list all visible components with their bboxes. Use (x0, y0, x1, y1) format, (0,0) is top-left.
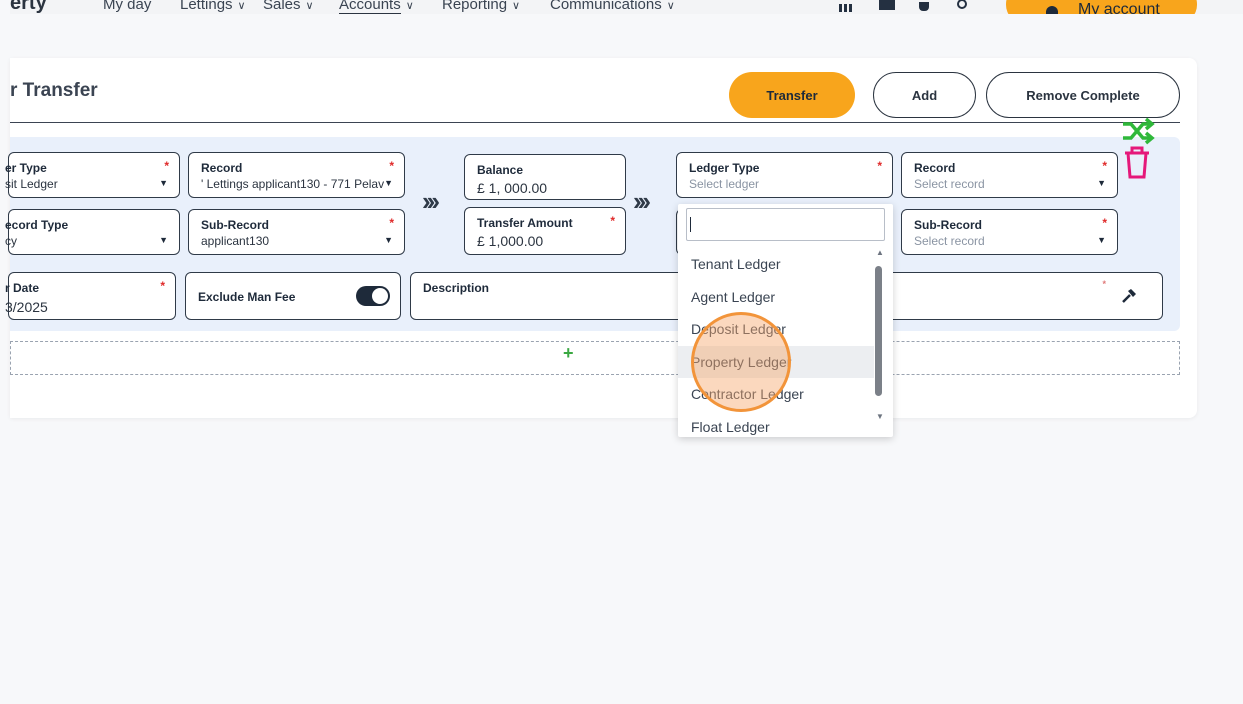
user-icon (1046, 6, 1058, 14)
double-chevron-right-icon: ››› (422, 186, 440, 216)
chevron-down-icon: ∨ (405, 0, 414, 12)
balance-field: Balance £ 1, 000.00 (464, 154, 626, 200)
option-tenant-ledger[interactable]: Tenant Ledger (678, 248, 874, 281)
add-row-button[interactable] (10, 341, 1180, 375)
my-account-button[interactable]: My account (1006, 0, 1197, 14)
option-agent-ledger[interactable]: Agent Ledger (678, 281, 874, 314)
ledger-transfer-card: r Transfer Transfer Add Remove Complete … (5, 58, 1197, 418)
source-ledger-type-select[interactable]: er Type sit Ledger * ▼ (5, 152, 180, 198)
hammer-icon[interactable] (1120, 287, 1138, 305)
text-cursor (690, 217, 691, 232)
chevron-down-icon: ∨ (305, 0, 314, 12)
calendar-icon[interactable] (879, 0, 895, 10)
brand-logo[interactable]: erty (10, 0, 47, 14)
add-button[interactable]: Add (873, 72, 976, 118)
nav-my-day[interactable]: My day (103, 0, 151, 13)
page-title: r Transfer (10, 80, 98, 101)
target-sub-record-select[interactable]: Sub-Record Select record * ▼ (901, 209, 1118, 255)
plus-icon[interactable]: + (563, 343, 574, 364)
trash-icon[interactable] (1122, 144, 1152, 180)
source-sub-record-select[interactable]: Sub-Record applicant130 * ▼ (188, 209, 405, 255)
target-ledger-type-select[interactable]: Ledger Type Select ledger * (676, 152, 893, 198)
exclude-man-fee-toggle[interactable] (356, 286, 390, 306)
bell-icon[interactable] (919, 2, 929, 11)
option-float-ledger[interactable]: Float Ledger (678, 411, 874, 438)
transfer-button[interactable]: Transfer (729, 72, 855, 118)
caret-down-icon: ▼ (384, 178, 393, 188)
caret-down-icon: ▼ (1097, 235, 1106, 245)
nav-lettings[interactable]: Lettings ∨ (180, 0, 246, 13)
scrollbar-thumb[interactable] (875, 266, 882, 396)
remove-complete-button[interactable]: Remove Complete (986, 72, 1180, 118)
top-navigation: erty My day Lettings ∨ Sales ∨ Accounts ∨ R… (10, 0, 1243, 14)
nav-sales[interactable]: Sales ∨ (263, 0, 314, 13)
transfer-date-field[interactable]: r Date 3/2025 * (5, 272, 176, 320)
caret-down-icon: ▼ (159, 235, 168, 245)
scroll-up-arrow-icon[interactable]: ▲ (876, 248, 884, 257)
source-sub-record-type-select[interactable]: ecord Type cy ▼ (5, 209, 180, 255)
nav-accounts[interactable]: Accounts ∨ (339, 0, 414, 14)
target-record-select[interactable]: Record Select record * ▼ (901, 152, 1118, 198)
title-divider (10, 122, 1180, 123)
double-chevron-right-icon: ››› (633, 186, 651, 216)
transfer-amount-field[interactable]: Transfer Amount £ 1,000.00 * (464, 207, 626, 255)
chevron-down-icon: ∨ (237, 0, 246, 12)
nav-communications[interactable]: Communications ∨ (550, 0, 675, 13)
click-indicator (691, 312, 791, 412)
caret-down-icon: ▼ (384, 235, 393, 245)
shuffle-icon[interactable] (1121, 116, 1155, 146)
dropdown-scrollbar[interactable]: ▲ ▼ (874, 248, 886, 428)
exclude-man-fee-field: Exclude Man Fee (185, 272, 401, 320)
chevron-down-icon: ∨ (512, 0, 521, 12)
scroll-down-arrow-icon[interactable]: ▼ (876, 412, 884, 421)
caret-down-icon: ▼ (1097, 178, 1106, 188)
source-record-select[interactable]: Record ' Lettings applicant130 - 771 Pel… (188, 152, 405, 198)
search-icon[interactable] (957, 0, 967, 9)
apps-grid-icon[interactable] (839, 4, 853, 12)
chevron-down-icon: ∨ (666, 0, 675, 12)
caret-down-icon: ▼ (159, 178, 168, 188)
nav-reporting[interactable]: Reporting ∨ (442, 0, 520, 13)
